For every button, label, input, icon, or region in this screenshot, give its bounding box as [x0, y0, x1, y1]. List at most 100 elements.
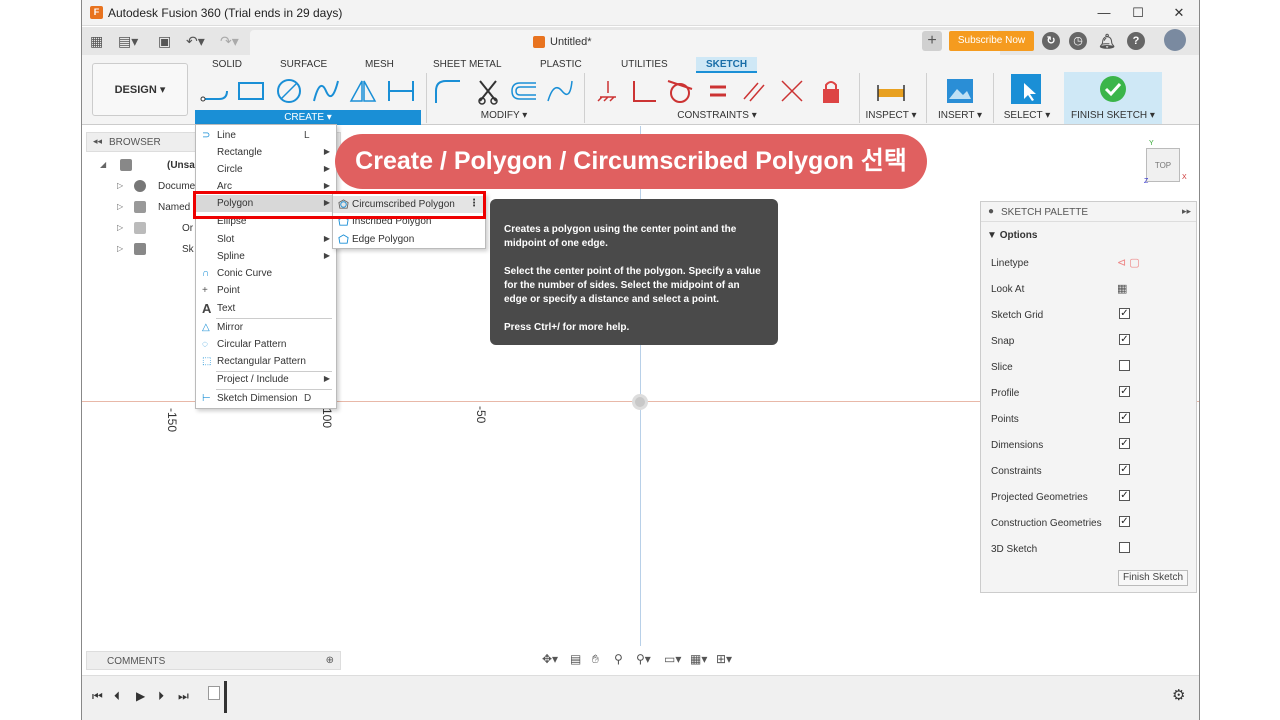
menu-item-rectangular-pattern[interactable]: ⬚ Rectangular Pattern	[196, 353, 336, 370]
menu-item-sketch-dimension[interactable]: ⊢ Sketch Dimension D	[196, 390, 336, 407]
checkbox[interactable]: ✓	[1119, 386, 1130, 397]
user-avatar[interactable]	[1164, 29, 1186, 51]
linetype-icon[interactable]: ⊲ ▢	[1117, 256, 1140, 269]
menu-item-point[interactable]: + Point	[196, 282, 336, 299]
select-menu-button[interactable]: SELECT ▾	[998, 110, 1056, 121]
menu-item-spline[interactable]: Spline ▶	[196, 248, 336, 265]
zoom-icon[interactable]: ⚲	[614, 652, 623, 666]
menu-item-text[interactable]: A Text	[196, 300, 336, 317]
equal-constraint-icon[interactable]	[702, 77, 734, 105]
checkbox[interactable]: ✓	[1119, 516, 1130, 527]
tab-sheet-metal[interactable]: SHEET METAL	[433, 57, 502, 73]
mirror-tool-icon[interactable]	[347, 77, 379, 105]
go-to-end-icon[interactable]: ⏭	[178, 689, 189, 704]
fix-constraint-icon[interactable]	[592, 77, 624, 105]
perpendicular-constraint-icon[interactable]	[628, 77, 660, 105]
hidden-eye-icon[interactable]	[134, 222, 146, 234]
look-at-icon[interactable]: ▦	[1117, 282, 1127, 295]
spline-tool-icon[interactable]	[310, 77, 342, 105]
menu-item-slot[interactable]: Slot ▶	[196, 231, 336, 248]
expand-icon[interactable]: ▷	[117, 223, 123, 232]
options-section-header[interactable]: ▼ Options	[987, 230, 1037, 241]
save-icon[interactable]: ▣	[158, 32, 171, 50]
tab-solid[interactable]: SOLID	[212, 57, 242, 73]
undo-icon[interactable]: ↶▾	[186, 32, 205, 50]
eye-icon[interactable]	[134, 243, 146, 255]
extensions-icon[interactable]: ↻	[1042, 32, 1060, 50]
step-back-icon[interactable]: ⏴	[114, 689, 120, 704]
redo-icon[interactable]: ↷▾	[220, 32, 239, 50]
add-comment-icon[interactable]: ⊕	[326, 655, 334, 666]
finish-sketch-palette-button[interactable]: Finish Sketch	[1118, 570, 1188, 586]
finish-sketch-check-icon[interactable]	[1097, 75, 1129, 103]
checkbox[interactable]	[1119, 542, 1130, 553]
dimension-tool-icon[interactable]	[385, 77, 417, 105]
menu-item-rectangle[interactable]: Rectangle ▶	[196, 144, 336, 161]
offset-tool-icon[interactable]	[508, 77, 540, 105]
tangent-constraint-icon[interactable]	[664, 77, 696, 105]
display-settings-icon[interactable]: ▭▾	[664, 652, 681, 666]
menu-item-edge-polygon[interactable]: Edge Polygon	[333, 231, 485, 248]
timeline-marker[interactable]	[224, 681, 227, 713]
expand-icon[interactable]: ▷	[117, 181, 123, 190]
menu-item-mirror[interactable]: △ Mirror	[196, 319, 336, 336]
timeline-settings-gear-icon[interactable]: ⚙	[1172, 686, 1185, 704]
circle-tool-icon[interactable]	[273, 77, 305, 105]
fillet-tool-icon[interactable]	[432, 77, 464, 105]
inspect-menu-button[interactable]: INSPECT ▾	[862, 110, 920, 121]
finish-sketch-button[interactable]: FINISH SKETCH ▾	[1064, 110, 1162, 121]
grid-settings-icon[interactable]: ▦▾	[690, 652, 707, 666]
fit-icon[interactable]: ⚲▾	[636, 652, 651, 666]
subscribe-now-button[interactable]: Subscribe Now	[949, 31, 1034, 51]
collapse-browser-icon[interactable]: ◂◂	[93, 136, 102, 147]
expand-palette-icon[interactable]: ▸▸	[1182, 206, 1191, 217]
select-tool-icon[interactable]	[1010, 73, 1042, 105]
new-tab-button[interactable]: +	[922, 31, 942, 51]
menu-item-conic-curve[interactable]: ∩ Conic Curve	[196, 265, 336, 282]
tab-plastic[interactable]: PLASTIC	[540, 57, 582, 73]
notifications-bell-icon[interactable]: 🔔︎	[1098, 32, 1116, 50]
rectangle-tool-icon[interactable]	[235, 77, 267, 105]
comments-panel-header[interactable]: COMMENTS ⊕	[86, 651, 341, 670]
checkbox[interactable]	[1119, 360, 1130, 371]
sketch-timeline-feature-icon[interactable]	[208, 686, 220, 700]
constraints-menu-button[interactable]: CONSTRAINTS ▾	[642, 110, 792, 121]
menu-item-project-include[interactable]: Project / Include ▶	[196, 371, 336, 388]
lock-constraint-icon[interactable]	[815, 77, 847, 105]
checkbox[interactable]: ✓	[1119, 412, 1130, 423]
play-icon[interactable]: ▶	[136, 689, 145, 703]
workspace-switcher[interactable]: DESIGN ▾	[92, 63, 188, 116]
tab-sketch[interactable]: SKETCH	[696, 57, 758, 73]
job-status-icon[interactable]: ◷	[1069, 32, 1087, 50]
menu-item-circular-pattern[interactable]: ◌ Circular Pattern	[196, 336, 336, 353]
pan-hand-icon[interactable]: ✋︎	[592, 652, 599, 667]
create-menu-button[interactable]: CREATE ▾	[195, 110, 421, 125]
checkbox[interactable]: ✓	[1119, 464, 1130, 475]
look-at-icon[interactable]: ▤	[570, 652, 581, 666]
insert-menu-button[interactable]: INSERT ▾	[932, 110, 988, 121]
tab-utilities[interactable]: UTILITIES	[621, 57, 668, 73]
minimize-button[interactable]: —	[1089, 3, 1119, 23]
expand-icon[interactable]: ◢	[100, 160, 106, 169]
menu-item-line[interactable]: ⊃ Line L	[196, 127, 336, 144]
measure-tool-icon[interactable]	[875, 77, 907, 105]
orbit-icon[interactable]: ✥▾	[542, 652, 558, 666]
menu-item-circle[interactable]: Circle ▶	[196, 161, 336, 178]
eye-icon[interactable]	[120, 159, 132, 171]
tab-mesh[interactable]: MESH	[365, 57, 394, 73]
document-tab[interactable]: Untitled* ✕	[250, 30, 1000, 55]
viewports-icon[interactable]: ⊞▾	[716, 652, 732, 666]
help-icon[interactable]: ?	[1127, 32, 1145, 50]
data-panel-grid-icon[interactable]: ▦	[90, 32, 103, 50]
insert-image-icon[interactable]	[944, 77, 976, 105]
step-forward-icon[interactable]: ⏵	[158, 689, 164, 704]
sketch-palette-header[interactable]: ● SKETCH PALETTE ▸▸	[981, 202, 1196, 222]
maximize-button[interactable]: ☐	[1123, 3, 1153, 23]
origin-point[interactable]	[632, 394, 648, 410]
modify-menu-button[interactable]: MODIFY ▾	[434, 110, 574, 121]
checkbox[interactable]: ✓	[1119, 490, 1130, 501]
checkbox[interactable]: ✓	[1119, 308, 1130, 319]
close-window-button[interactable]: ✕	[1164, 3, 1194, 23]
expand-icon[interactable]: ▷	[117, 244, 123, 253]
extend-tool-icon[interactable]	[544, 77, 576, 105]
